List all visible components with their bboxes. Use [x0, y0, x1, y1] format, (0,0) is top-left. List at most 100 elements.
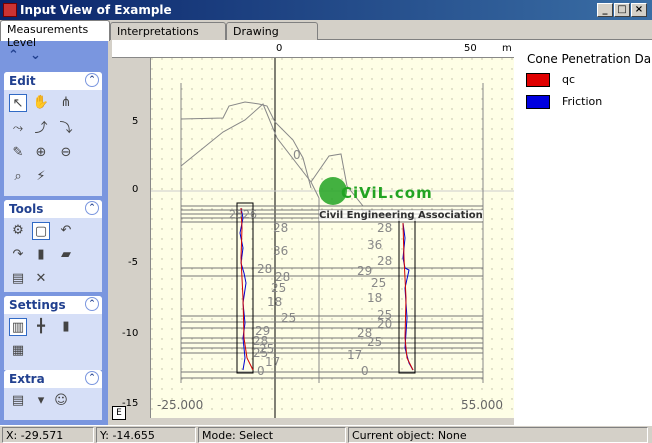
- x-right-label: 55.000: [461, 398, 503, 412]
- layer-value: 0: [257, 364, 265, 378]
- top-ruler: 0 50 m: [112, 40, 514, 58]
- zoom-in-icon[interactable]: ⊕: [32, 144, 50, 162]
- legend-label: qc: [562, 73, 576, 86]
- hand-pan-icon[interactable]: ✋: [32, 94, 50, 112]
- grid-icon[interactable]: ╋: [32, 318, 50, 336]
- level-tabs: Measurements Level Interpretations Level…: [0, 20, 652, 51]
- move-point-icon[interactable]: ⤳: [9, 120, 27, 138]
- settings-panel-header[interactable]: Settings ⌃: [4, 296, 102, 314]
- layer-value: 18: [367, 291, 383, 305]
- left-ruler: 5 0 -5 -10 -15: [112, 58, 150, 409]
- layer-value: 20: [377, 317, 393, 331]
- zoom-window-icon[interactable]: ⌕: [9, 168, 27, 186]
- profile-label: 0: [293, 148, 301, 162]
- extra-panel: Extra ⌃ ▤ ▾ ☺: [4, 370, 102, 420]
- layer-value: 25: [367, 335, 383, 349]
- layer-value: 25: [281, 311, 297, 325]
- tools-panel-title: Tools: [9, 202, 44, 216]
- e-button[interactable]: E: [112, 406, 126, 420]
- collapse-icon[interactable]: ⌃: [85, 297, 99, 311]
- layer-value: 0: [361, 364, 369, 378]
- layer-value: 28: [273, 221, 289, 235]
- column-icon[interactable]: ▮: [57, 318, 75, 336]
- legend-panel: Cone Penetration Da qc Friction: [514, 40, 652, 425]
- layer-value: 28: [377, 221, 393, 235]
- extra-panel-title: Extra: [9, 372, 45, 386]
- copy-icon[interactable]: ▮: [32, 246, 50, 264]
- watermark-logo: CiViL.com: [341, 184, 433, 202]
- settings-panel: Settings ⌃ ▥ ╋ ▮ ▦: [4, 296, 102, 370]
- status-x: X: -29.571: [2, 427, 94, 443]
- collapse-icon[interactable]: ⌃: [85, 371, 99, 385]
- layer-value: 25: [371, 276, 387, 290]
- legend-swatch: [526, 73, 550, 87]
- layer-value: 28: [377, 254, 393, 268]
- properties-icon[interactable]: ▤: [9, 270, 27, 288]
- window-title: Input View of Example: [20, 3, 172, 17]
- multi-select-icon[interactable]: ⋔: [57, 94, 75, 112]
- redo-icon[interactable]: ↷: [9, 246, 27, 264]
- layer-value: 18: [267, 295, 283, 309]
- tab-measurements-level[interactable]: Measurements Level: [0, 20, 110, 49]
- ruler-unit: m: [502, 43, 512, 54]
- tools-panel: Tools ⌃ ⚙ ▢ ↶ ↷ ▮ ▰ ▤ ✕: [4, 200, 102, 292]
- collapse-icon[interactable]: ⌃: [85, 73, 99, 87]
- zoom-extents-icon[interactable]: ⚡: [32, 168, 50, 186]
- x-left-label: -25.000: [157, 398, 204, 412]
- select-region-icon[interactable]: ▢: [32, 222, 50, 240]
- report-icon[interactable]: ▤: [9, 392, 27, 410]
- ruler-tick: -10: [122, 328, 139, 339]
- layer-value: 17: [265, 355, 281, 369]
- title-bar: Input View of Example _ □ ×: [0, 0, 652, 20]
- remove-point-icon[interactable]: ⤵: [57, 120, 75, 138]
- tool-sidebar: ⌃ ⌄ Edit ⌃ ↖ ✋ ⋔ ⤳ ⤴ ⤵ ✎ ⊕ ⊖ ⌕ ⚡ Tools ⌃…: [0, 40, 108, 425]
- wand-icon[interactable]: ⚙: [9, 222, 27, 240]
- add-point-icon[interactable]: ⤴: [32, 120, 50, 138]
- ruler-tick: 0: [276, 43, 283, 54]
- layer-value: 26: [243, 208, 257, 221]
- layer-value: 25: [271, 281, 287, 295]
- people-icon[interactable]: ☺: [52, 392, 70, 410]
- status-mode: Mode: Select: [198, 427, 346, 443]
- edit-shape-icon[interactable]: ✎: [9, 144, 27, 162]
- legend-swatch: [526, 95, 550, 109]
- edit-panel-header[interactable]: Edit ⌃: [4, 72, 102, 90]
- paste-icon[interactable]: ▰: [57, 246, 75, 264]
- drawing-canvas[interactable]: 25 26 28 36 28 28 25 18 25 29 28 25 25 1…: [150, 58, 515, 418]
- status-current-object: Current object: None: [348, 427, 648, 443]
- tab-drawing-level[interactable]: Drawing Level: [226, 22, 318, 51]
- ruler-tick: 0: [132, 184, 139, 195]
- zoom-out-icon[interactable]: ⊖: [57, 144, 75, 162]
- delete-icon[interactable]: ✕: [32, 270, 50, 288]
- layer-value: 28: [257, 262, 273, 276]
- undo-icon[interactable]: ↶: [57, 222, 75, 240]
- ruler-tick: -5: [128, 257, 138, 268]
- close-button[interactable]: ×: [631, 3, 647, 17]
- legend-title: Cone Penetration Da: [527, 52, 652, 66]
- landscape-icon[interactable]: ▦: [9, 342, 27, 360]
- select-arrow-icon[interactable]: ↖: [9, 94, 27, 112]
- edit-panel: Edit ⌃ ↖ ✋ ⋔ ⤳ ⤴ ⤵ ✎ ⊕ ⊖ ⌕ ⚡: [4, 72, 102, 196]
- dropdown-arrow-icon[interactable]: ▾: [32, 392, 50, 410]
- layer-value: 36: [273, 244, 289, 258]
- ruler-tick: 5: [132, 116, 139, 127]
- tab-interpretations-level[interactable]: Interpretations Level: [110, 22, 226, 51]
- layer-value: 36: [367, 238, 383, 252]
- legend-label: Friction: [562, 95, 603, 108]
- status-bar: X: -29.571 Y: -14.655 Mode: Select Curre…: [0, 425, 652, 443]
- layer-value: 29: [357, 264, 373, 278]
- ruler-tick: 50: [464, 43, 477, 54]
- collapse-icon[interactable]: ⌃: [85, 201, 99, 215]
- cpt-drawing: [151, 58, 515, 418]
- collapse-all-icon[interactable]: ⌃: [8, 48, 19, 63]
- tools-panel-header[interactable]: Tools ⌃: [4, 200, 102, 218]
- minimize-button[interactable]: _: [597, 3, 613, 17]
- restore-button[interactable]: □: [614, 3, 630, 17]
- layer-value: 25: [229, 208, 243, 221]
- extra-panel-header[interactable]: Extra ⌃: [4, 370, 102, 388]
- layer-value: 17: [347, 348, 363, 362]
- expand-all-icon[interactable]: ⌄: [30, 48, 41, 63]
- settings-panel-title: Settings: [9, 298, 66, 312]
- layers-icon[interactable]: ▥: [9, 318, 27, 336]
- edit-panel-title: Edit: [9, 74, 36, 88]
